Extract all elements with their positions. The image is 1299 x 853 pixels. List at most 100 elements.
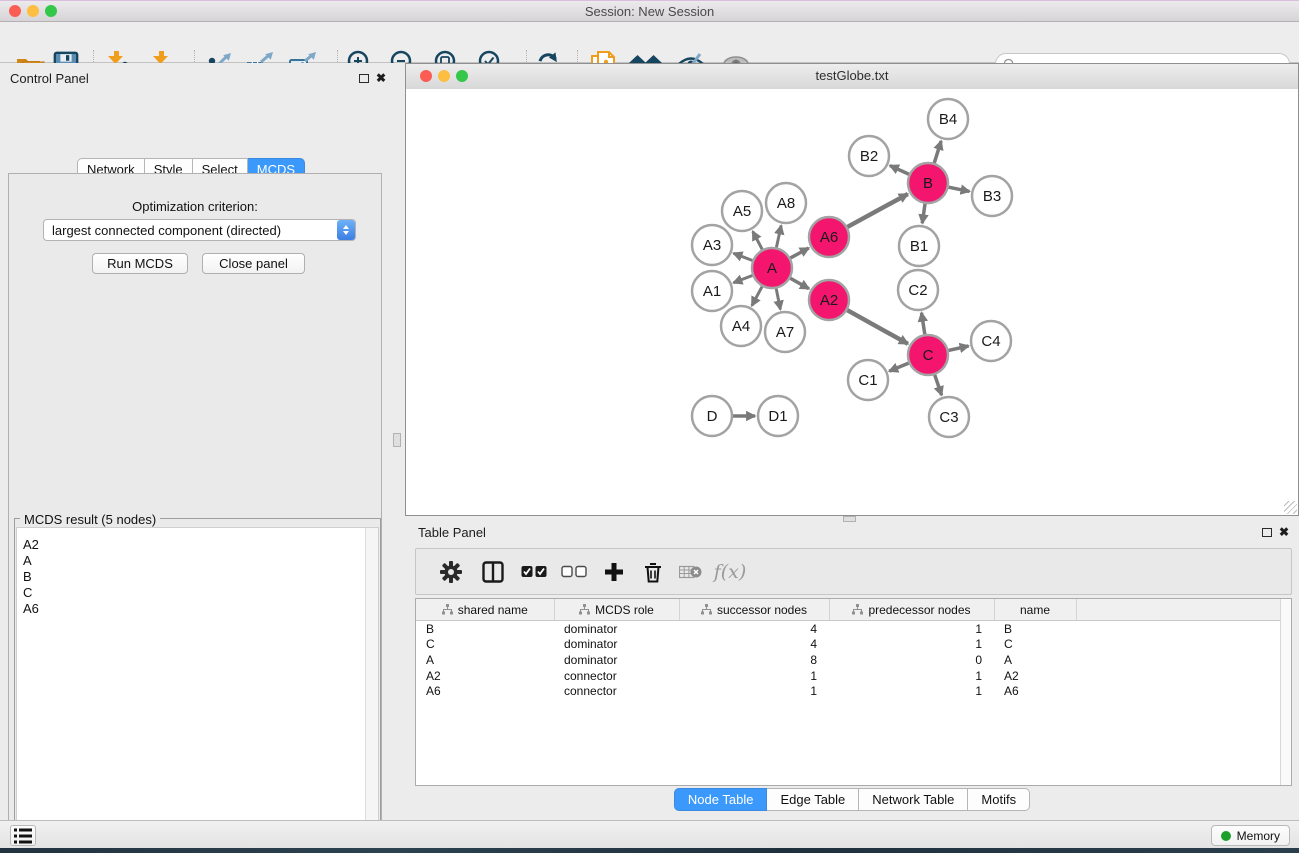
unselect-all-columns-button[interactable] — [554, 549, 594, 594]
graph-node-B3[interactable]: B3 — [972, 176, 1012, 216]
memory-button[interactable]: Memory — [1211, 825, 1290, 846]
graph-edge-A-A1[interactable] — [733, 276, 752, 283]
delete-column-button[interactable] — [634, 549, 672, 594]
graph-edge-B-B2[interactable] — [890, 166, 909, 175]
vertical-splitter-grip[interactable] — [393, 433, 401, 447]
select-all-columns-button[interactable] — [514, 549, 554, 594]
column-header-shared-name[interactable]: shared name — [416, 599, 554, 621]
mcds-result-item[interactable]: A2 — [17, 537, 39, 553]
graph-edge-A-A3[interactable] — [733, 253, 752, 260]
graph-node-B4[interactable]: B4 — [928, 99, 968, 139]
tab-edge-table[interactable]: Edge Table — [767, 788, 859, 811]
desktop-background — [0, 848, 1299, 853]
graph-edge-A-A7[interactable] — [776, 289, 780, 310]
graph-node-B1[interactable]: B1 — [899, 226, 939, 266]
table-panel-title: Table Panel — [418, 525, 486, 540]
resize-grip[interactable] — [1284, 501, 1297, 514]
svg-text:A: A — [767, 260, 777, 277]
mcds-result-item[interactable]: A — [17, 553, 39, 569]
graph-node-A8[interactable]: A8 — [766, 183, 806, 223]
table-toolbar: f(x) — [415, 548, 1292, 595]
table-options-button[interactable] — [430, 549, 472, 594]
graph-edge-A2-C[interactable] — [847, 310, 908, 344]
table-row[interactable]: Cdominator41C — [416, 637, 1292, 653]
mcds-result-item[interactable]: A6 — [17, 601, 39, 617]
graph-edge-A-A8[interactable] — [776, 225, 781, 247]
graph-edge-C-C4[interactable] — [948, 346, 968, 350]
graph-edge-B-B4[interactable] — [934, 141, 941, 163]
graph-edge-A-A2[interactable] — [790, 278, 809, 288]
select-stepper-icon — [337, 220, 355, 240]
graph-node-B2[interactable]: B2 — [849, 136, 889, 176]
graph-edge-C-C3[interactable] — [935, 375, 942, 395]
trash-icon — [643, 561, 663, 583]
table-scrollbar[interactable] — [1280, 599, 1291, 785]
show-columns-button[interactable] — [472, 549, 514, 594]
run-mcds-button[interactable]: Run MCDS — [92, 253, 188, 274]
table-panel-close-button[interactable]: ✖ — [1279, 526, 1289, 538]
create-column-button[interactable] — [594, 549, 634, 594]
optimization-criterion-label: Optimization criterion: — [0, 199, 390, 214]
graph-edge-A-A4[interactable] — [752, 287, 762, 306]
table-row[interactable]: A2connector11A2 — [416, 668, 1292, 684]
graph-node-A[interactable]: A — [752, 248, 792, 288]
graph-node-A3[interactable]: A3 — [692, 225, 732, 265]
column-header-successor-nodes[interactable]: successor nodes — [679, 599, 829, 621]
graph-edge-C-C1[interactable] — [889, 363, 908, 371]
graph-node-C4[interactable]: C4 — [971, 321, 1011, 361]
network-canvas[interactable]: B4 B2 B B3 A5A8A6 A3 B1 A C2 A1 A2 A4 A7 C4 C C1 C3 D D1 — [406, 89, 1298, 515]
graph-node-A7[interactable]: A7 — [765, 312, 805, 352]
graph-node-C[interactable]: C — [908, 335, 948, 375]
graph-node-A4[interactable]: A4 — [721, 306, 761, 346]
control-panel-float-button[interactable] — [359, 74, 369, 83]
table-row[interactable]: Adominator80A — [416, 652, 1292, 668]
table-panel-float-button[interactable] — [1262, 528, 1272, 537]
mcds-result-title: MCDS result (5 nodes) — [20, 512, 160, 527]
graph-node-A1[interactable]: A1 — [692, 271, 732, 311]
criterion-selected-value: largest connected component (directed) — [44, 223, 337, 238]
graph-edge-A-A6[interactable] — [790, 248, 808, 258]
graph-edge-B-B1[interactable] — [922, 204, 925, 223]
graph-node-A2[interactable]: A2 — [809, 280, 849, 320]
svg-text:A4: A4 — [732, 318, 750, 335]
graph-node-A6[interactable]: A6 — [809, 217, 849, 257]
column-header-predecessor-nodes[interactable]: predecessor nodes — [829, 599, 994, 621]
graph-node-B[interactable]: B — [908, 163, 948, 203]
svg-text:D1: D1 — [768, 408, 787, 425]
graph-node-C1[interactable]: C1 — [848, 360, 888, 400]
tab-node-table[interactable]: Node Table — [674, 788, 768, 811]
function-builder-button[interactable]: f(x) — [708, 549, 752, 594]
window-titlebar: Session: New Session — [0, 0, 1299, 22]
vertical-splitter[interactable] — [390, 63, 405, 820]
table-row[interactable]: Bdominator41B — [416, 621, 1292, 637]
mcds-result-item[interactable]: B — [17, 569, 39, 585]
network-window-title: testGlobe.txt — [406, 68, 1298, 83]
close-panel-button[interactable]: Close panel — [202, 253, 305, 274]
column-header-name[interactable]: name — [994, 599, 1076, 621]
destroy-table-button[interactable] — [672, 549, 708, 594]
tab-network-table[interactable]: Network Table — [859, 788, 968, 811]
memory-label: Memory — [1237, 829, 1280, 843]
table-row[interactable]: A6connector11A6 — [416, 683, 1292, 699]
mcds-result-item[interactable]: C — [17, 585, 39, 601]
list-icon — [14, 828, 32, 844]
graph-node-D[interactable]: D — [692, 396, 732, 436]
column-header-mcds-role[interactable]: MCDS role — [554, 599, 679, 621]
mcds-result-list: A2ABCA6 — [16, 527, 379, 853]
delete-table-icon — [679, 564, 702, 580]
svg-text:B2: B2 — [860, 148, 878, 165]
svg-text:A2: A2 — [820, 292, 838, 309]
optimization-criterion-select[interactable]: largest connected component (directed) — [43, 219, 356, 241]
graph-node-C2[interactable]: C2 — [898, 270, 938, 310]
graph-node-D1[interactable]: D1 — [758, 396, 798, 436]
graph-edge-A6-B[interactable] — [847, 194, 907, 227]
graph-node-A5[interactable]: A5 — [722, 191, 762, 231]
graph-edge-A-A5[interactable] — [753, 231, 763, 249]
graph-edge-C-C2[interactable] — [921, 313, 924, 335]
control-panel-close-button[interactable]: ✖ — [376, 72, 386, 84]
task-history-button[interactable] — [10, 825, 36, 846]
graph-edge-B-B3[interactable] — [949, 187, 970, 191]
tab-motifs[interactable]: Motifs — [968, 788, 1030, 811]
graph-node-C3[interactable]: C3 — [929, 397, 969, 437]
mcds-list-scrollbar[interactable] — [365, 528, 378, 853]
